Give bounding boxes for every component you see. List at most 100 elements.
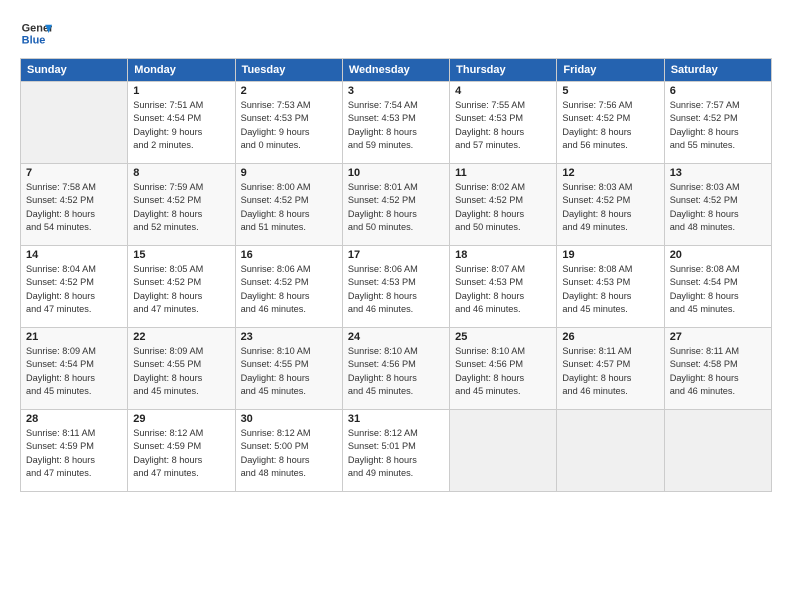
day-info: Sunrise: 8:10 AMSunset: 4:56 PMDaylight:… bbox=[455, 345, 551, 398]
calendar-day-header: Sunday bbox=[21, 59, 128, 82]
day-info: Sunrise: 8:06 AMSunset: 4:53 PMDaylight:… bbox=[348, 263, 444, 316]
calendar-cell: 9Sunrise: 8:00 AMSunset: 4:52 PMDaylight… bbox=[235, 164, 342, 246]
calendar-week-row: 14 Sunrise: 8:04 AMSunset: 4:52 PMDayligh… bbox=[21, 246, 772, 328]
calendar-cell: 24 Sunrise: 8:10 AMSunset: 4:56 PMDayligh… bbox=[342, 328, 449, 410]
day-number: 1 bbox=[133, 85, 229, 97]
day-info: Sunrise: 7:59 AMSunset: 4:52 PMDaylight:… bbox=[133, 181, 229, 234]
day-info: Sunrise: 8:08 AMSunset: 4:53 PMDaylight:… bbox=[562, 263, 658, 316]
calendar-cell: 20 Sunrise: 8:08 AMSunset: 4:54 PMDayligh… bbox=[664, 246, 771, 328]
day-info: Sunrise: 8:03 AMSunset: 4:52 PMDaylight:… bbox=[562, 181, 658, 234]
day-info: Sunrise: 8:02 AMSunset: 4:52 PMDaylight:… bbox=[455, 181, 551, 234]
calendar-day-header: Friday bbox=[557, 59, 664, 82]
calendar-cell: 21 Sunrise: 8:09 AMSunset: 4:54 PMDayligh… bbox=[21, 328, 128, 410]
calendar-cell: 23Sunrise: 8:10 AMSunset: 4:55 PMDayligh… bbox=[235, 328, 342, 410]
day-info: Sunrise: 8:05 AMSunset: 4:52 PMDaylight:… bbox=[133, 263, 229, 316]
svg-text:Blue: Blue bbox=[22, 34, 46, 46]
day-info: Sunrise: 7:51 AMSunset: 4:54 PMDaylight:… bbox=[133, 99, 229, 152]
day-number: 17 bbox=[348, 249, 444, 261]
calendar-cell: 11 Sunrise: 8:02 AMSunset: 4:52 PMDayligh… bbox=[450, 164, 557, 246]
day-number: 11 bbox=[455, 167, 551, 179]
calendar-cell: 31Sunrise: 8:12 AMSunset: 5:01 PMDayligh… bbox=[342, 410, 449, 492]
calendar-day-header: Saturday bbox=[664, 59, 771, 82]
calendar-cell: 5 Sunrise: 7:56 AMSunset: 4:52 PMDaylight… bbox=[557, 82, 664, 164]
day-number: 25 bbox=[455, 331, 551, 343]
day-info: Sunrise: 7:56 AMSunset: 4:52 PMDaylight:… bbox=[562, 99, 658, 152]
day-number: 23 bbox=[241, 331, 337, 343]
calendar-day-header: Monday bbox=[128, 59, 235, 82]
logo-icon: General Blue bbox=[20, 18, 52, 50]
calendar-cell: 3Sunrise: 7:54 AMSunset: 4:53 PMDaylight… bbox=[342, 82, 449, 164]
calendar-cell: 16 Sunrise: 8:06 AMSunset: 4:52 PMDayligh… bbox=[235, 246, 342, 328]
day-number: 2 bbox=[241, 85, 337, 97]
calendar-cell bbox=[557, 410, 664, 492]
day-number: 15 bbox=[133, 249, 229, 261]
day-info: Sunrise: 8:12 AMSunset: 5:01 PMDaylight:… bbox=[348, 427, 444, 480]
day-info: Sunrise: 8:01 AMSunset: 4:52 PMDaylight:… bbox=[348, 181, 444, 234]
day-number: 18 bbox=[455, 249, 551, 261]
day-info: Sunrise: 7:55 AMSunset: 4:53 PMDaylight:… bbox=[455, 99, 551, 152]
day-info: Sunrise: 8:06 AMSunset: 4:52 PMDaylight:… bbox=[241, 263, 337, 316]
day-info: Sunrise: 8:11 AMSunset: 4:59 PMDaylight:… bbox=[26, 427, 122, 480]
day-info: Sunrise: 8:11 AMSunset: 4:57 PMDaylight:… bbox=[562, 345, 658, 398]
calendar-cell: 10 Sunrise: 8:01 AMSunset: 4:52 PMDayligh… bbox=[342, 164, 449, 246]
day-number: 24 bbox=[348, 331, 444, 343]
calendar-cell: 7Sunrise: 7:58 AMSunset: 4:52 PMDaylight… bbox=[21, 164, 128, 246]
day-number: 26 bbox=[562, 331, 658, 343]
day-number: 13 bbox=[670, 167, 766, 179]
calendar-cell bbox=[21, 82, 128, 164]
day-number: 30 bbox=[241, 413, 337, 425]
day-info: Sunrise: 8:11 AMSunset: 4:58 PMDaylight:… bbox=[670, 345, 766, 398]
day-number: 20 bbox=[670, 249, 766, 261]
day-number: 5 bbox=[562, 85, 658, 97]
calendar-day-header: Wednesday bbox=[342, 59, 449, 82]
day-info: Sunrise: 8:12 AMSunset: 5:00 PMDaylight:… bbox=[241, 427, 337, 480]
calendar-cell: 25 Sunrise: 8:10 AMSunset: 4:56 PMDayligh… bbox=[450, 328, 557, 410]
calendar-cell: 15 Sunrise: 8:05 AMSunset: 4:52 PMDayligh… bbox=[128, 246, 235, 328]
calendar-cell: 19 Sunrise: 8:08 AMSunset: 4:53 PMDayligh… bbox=[557, 246, 664, 328]
calendar-day-header: Tuesday bbox=[235, 59, 342, 82]
calendar-week-row: 1 Sunrise: 7:51 AMSunset: 4:54 PMDaylight… bbox=[21, 82, 772, 164]
calendar-header-row: SundayMondayTuesdayWednesdayThursdayFrid… bbox=[21, 59, 772, 82]
day-info: Sunrise: 8:04 AMSunset: 4:52 PMDaylight:… bbox=[26, 263, 122, 316]
calendar-cell bbox=[450, 410, 557, 492]
day-number: 4 bbox=[455, 85, 551, 97]
day-info: Sunrise: 8:08 AMSunset: 4:54 PMDaylight:… bbox=[670, 263, 766, 316]
page: General Blue SundayMondayTuesdayWednesda… bbox=[0, 0, 792, 612]
day-number: 19 bbox=[562, 249, 658, 261]
calendar-cell: 8Sunrise: 7:59 AMSunset: 4:52 PMDaylight… bbox=[128, 164, 235, 246]
calendar-body: 1 Sunrise: 7:51 AMSunset: 4:54 PMDaylight… bbox=[21, 82, 772, 492]
day-number: 6 bbox=[670, 85, 766, 97]
day-info: Sunrise: 8:12 AMSunset: 4:59 PMDaylight:… bbox=[133, 427, 229, 480]
logo: General Blue bbox=[20, 18, 52, 50]
day-info: Sunrise: 8:00 AMSunset: 4:52 PMDaylight:… bbox=[241, 181, 337, 234]
calendar-table: SundayMondayTuesdayWednesdayThursdayFrid… bbox=[20, 58, 772, 492]
calendar-cell: 28 Sunrise: 8:11 AMSunset: 4:59 PMDayligh… bbox=[21, 410, 128, 492]
calendar-week-row: 7Sunrise: 7:58 AMSunset: 4:52 PMDaylight… bbox=[21, 164, 772, 246]
day-number: 22 bbox=[133, 331, 229, 343]
day-info: Sunrise: 7:57 AMSunset: 4:52 PMDaylight:… bbox=[670, 99, 766, 152]
day-info: Sunrise: 8:09 AMSunset: 4:54 PMDaylight:… bbox=[26, 345, 122, 398]
calendar-cell: 22 Sunrise: 8:09 AMSunset: 4:55 PMDayligh… bbox=[128, 328, 235, 410]
day-number: 14 bbox=[26, 249, 122, 261]
day-number: 29 bbox=[133, 413, 229, 425]
day-info: Sunrise: 8:10 AMSunset: 4:56 PMDaylight:… bbox=[348, 345, 444, 398]
day-number: 16 bbox=[241, 249, 337, 261]
calendar-day-header: Thursday bbox=[450, 59, 557, 82]
day-number: 10 bbox=[348, 167, 444, 179]
calendar-cell: 18 Sunrise: 8:07 AMSunset: 4:53 PMDayligh… bbox=[450, 246, 557, 328]
calendar-cell: 2Sunrise: 7:53 AMSunset: 4:53 PMDaylight… bbox=[235, 82, 342, 164]
day-info: Sunrise: 7:54 AMSunset: 4:53 PMDaylight:… bbox=[348, 99, 444, 152]
day-info: Sunrise: 8:09 AMSunset: 4:55 PMDaylight:… bbox=[133, 345, 229, 398]
calendar-cell: 26 Sunrise: 8:11 AMSunset: 4:57 PMDayligh… bbox=[557, 328, 664, 410]
calendar-cell: 12Sunrise: 8:03 AMSunset: 4:52 PMDayligh… bbox=[557, 164, 664, 246]
calendar-cell: 29 Sunrise: 8:12 AMSunset: 4:59 PMDayligh… bbox=[128, 410, 235, 492]
header: General Blue bbox=[20, 18, 772, 50]
day-number: 28 bbox=[26, 413, 122, 425]
calendar-cell: 27Sunrise: 8:11 AMSunset: 4:58 PMDayligh… bbox=[664, 328, 771, 410]
day-info: Sunrise: 7:58 AMSunset: 4:52 PMDaylight:… bbox=[26, 181, 122, 234]
day-info: Sunrise: 8:07 AMSunset: 4:53 PMDaylight:… bbox=[455, 263, 551, 316]
calendar-cell: 6 Sunrise: 7:57 AMSunset: 4:52 PMDaylight… bbox=[664, 82, 771, 164]
day-number: 21 bbox=[26, 331, 122, 343]
calendar-cell: 1 Sunrise: 7:51 AMSunset: 4:54 PMDaylight… bbox=[128, 82, 235, 164]
day-info: Sunrise: 8:03 AMSunset: 4:52 PMDaylight:… bbox=[670, 181, 766, 234]
